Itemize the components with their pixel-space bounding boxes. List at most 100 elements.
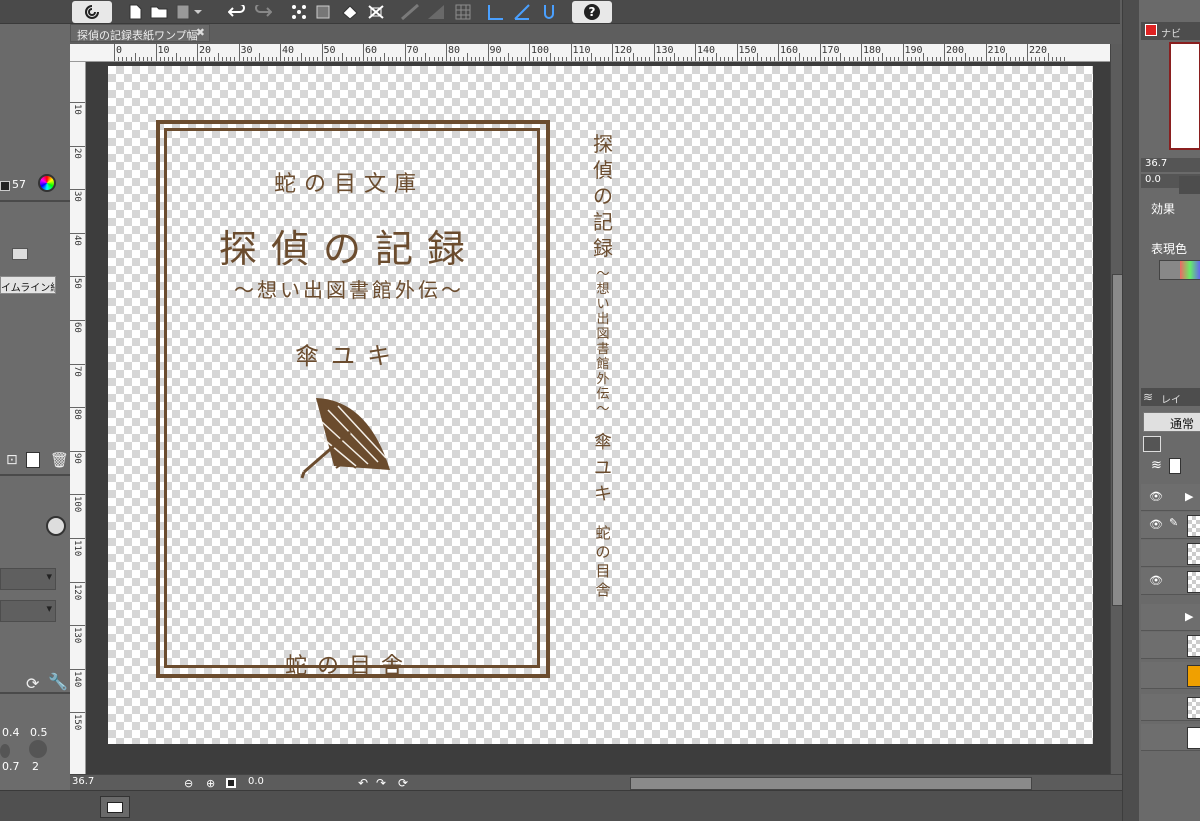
new-layer-icon[interactable] bbox=[1169, 458, 1181, 474]
property-dropdown-2[interactable] bbox=[0, 600, 56, 622]
ruler-minor-tick bbox=[226, 57, 228, 61]
eye-icon[interactable]: 👁 bbox=[1149, 518, 1163, 531]
ruler-label: 70 bbox=[72, 365, 82, 377]
reset-rotation-icon[interactable]: ⟳ bbox=[398, 776, 408, 790]
color-swatch[interactable] bbox=[0, 181, 10, 191]
ruler-minor-tick bbox=[719, 57, 721, 61]
save-icon[interactable] bbox=[174, 1, 204, 23]
layer-row[interactable]: ▶ bbox=[1141, 604, 1200, 631]
help-button[interactable]: ? bbox=[572, 1, 612, 23]
new-page-icon[interactable] bbox=[26, 452, 40, 468]
ruler-minor-tick bbox=[1006, 53, 1008, 61]
layer-row[interactable] bbox=[1141, 662, 1200, 689]
ruler-minor-tick bbox=[1060, 57, 1062, 61]
ruler-label: 90 bbox=[72, 452, 82, 464]
ruler-minor-tick bbox=[1010, 57, 1012, 61]
vertical-scrollbar[interactable] bbox=[1110, 44, 1123, 774]
ruler-minor-tick bbox=[549, 53, 551, 61]
fit-view-icon[interactable] bbox=[226, 778, 236, 788]
navigator-tab[interactable]: ナビ bbox=[1141, 22, 1200, 40]
reset-icon[interactable]: ⟳ bbox=[26, 674, 39, 693]
layer-color-button[interactable] bbox=[1143, 436, 1161, 452]
horizontal-scroll-thumb[interactable] bbox=[630, 777, 1032, 790]
eye-icon[interactable]: 👁 bbox=[1149, 490, 1163, 503]
timeline-tab[interactable]: イムライン組 bbox=[0, 276, 56, 294]
blend-mode-dropdown[interactable]: 通常 bbox=[1143, 412, 1200, 432]
redo-icon[interactable] bbox=[252, 1, 274, 23]
ruler-icon[interactable] bbox=[398, 1, 422, 23]
rotate-left-icon[interactable]: ↶ bbox=[358, 776, 368, 790]
search-icon[interactable] bbox=[46, 516, 66, 536]
ruler-tick bbox=[1027, 44, 1028, 61]
ruler-minor-tick bbox=[562, 57, 564, 61]
layer-row[interactable]: 👁 ▶ bbox=[1141, 484, 1200, 511]
spine-char: 録 bbox=[593, 236, 613, 260]
layer-row[interactable]: 👁 bbox=[1141, 568, 1200, 595]
layer-thumbnail bbox=[1187, 635, 1200, 657]
property-dropdown-1[interactable] bbox=[0, 568, 56, 590]
expression-color-swatch[interactable] bbox=[1159, 260, 1200, 280]
brush-size-label: 2 bbox=[32, 760, 39, 773]
ruler-label: 100 bbox=[72, 496, 82, 513]
close-tab-icon[interactable]: ✖ bbox=[196, 26, 205, 39]
layer-property-tab[interactable] bbox=[1179, 176, 1200, 194]
spine-char: い bbox=[596, 297, 610, 312]
brush-size-dot[interactable] bbox=[0, 744, 10, 758]
grid-icon[interactable] bbox=[452, 1, 474, 23]
ruler-minor-tick bbox=[470, 57, 472, 61]
status-rotation[interactable]: 0.0 bbox=[248, 776, 264, 787]
mesh-icon[interactable] bbox=[364, 1, 388, 23]
layer-row[interactable] bbox=[1141, 540, 1200, 567]
document-tab[interactable]: 探偵の記録表紙ワンプ幅 ✖ bbox=[70, 24, 210, 42]
eye-icon[interactable]: 👁 bbox=[1149, 574, 1163, 587]
canvas-area[interactable]: 蛇の目文庫 探偵の記録 〜想い出図書館外伝〜 傘ユキ 蛇の目舎 探偵の記録 〜想… bbox=[86, 62, 1110, 774]
layer-row[interactable] bbox=[1141, 632, 1200, 659]
panel-dock-strip bbox=[1123, 0, 1139, 821]
zoom-out-icon[interactable]: ⊖ bbox=[184, 777, 193, 790]
layer-stack-small-icon[interactable]: ≋ bbox=[1151, 458, 1162, 473]
ruler-minor-tick bbox=[300, 53, 302, 61]
ruler-label: 110 bbox=[572, 45, 591, 56]
select-icon[interactable] bbox=[312, 1, 334, 23]
trash-icon[interactable]: 🗑 bbox=[50, 451, 69, 469]
ruler-minor-tick bbox=[400, 57, 402, 61]
lock-layer-icon[interactable]: ⊡ bbox=[6, 452, 18, 468]
ruler-label: 80 bbox=[72, 409, 82, 421]
perspective-icon[interactable] bbox=[424, 1, 448, 23]
folder-expand-icon[interactable]: ▶ bbox=[1185, 610, 1193, 623]
layer-row[interactable] bbox=[1141, 694, 1200, 721]
ruler-minor-tick bbox=[130, 57, 132, 61]
layer-tab[interactable]: ≋ レイ bbox=[1141, 388, 1200, 406]
ruler-minor-tick bbox=[956, 57, 958, 61]
canvas[interactable]: 蛇の目文庫 探偵の記録 〜想い出図書館外伝〜 傘ユキ 蛇の目舎 探偵の記録 〜想… bbox=[108, 66, 1093, 744]
layer-row[interactable]: 👁 ✎ bbox=[1141, 512, 1200, 539]
transform-icon[interactable] bbox=[288, 1, 310, 23]
navigator-zoom[interactable]: 36.7 bbox=[1141, 158, 1200, 172]
ruler-minor-tick bbox=[259, 53, 261, 61]
navigator-preview[interactable] bbox=[1169, 42, 1200, 150]
page-thumbnail-icon[interactable] bbox=[100, 796, 130, 818]
new-file-icon[interactable] bbox=[126, 1, 144, 23]
open-file-icon[interactable] bbox=[148, 1, 170, 23]
zoom-in-icon[interactable]: ⊕ bbox=[206, 777, 215, 790]
snap-special-ruler-icon[interactable] bbox=[510, 1, 534, 23]
color-wheel-icon[interactable] bbox=[38, 174, 56, 192]
spine-char: 書 bbox=[596, 342, 610, 357]
ruler-minor-tick bbox=[342, 53, 344, 61]
brush-size-dot[interactable] bbox=[29, 740, 47, 758]
rotate-right-icon[interactable]: ↷ bbox=[376, 776, 386, 790]
ruler-label: 110 bbox=[72, 540, 82, 557]
snap-ruler-icon[interactable] bbox=[484, 1, 508, 23]
fill-icon[interactable] bbox=[338, 1, 362, 23]
wrench-icon[interactable]: 🔧 bbox=[48, 672, 68, 691]
app-logo-icon[interactable] bbox=[72, 1, 112, 23]
timeline-icon[interactable] bbox=[12, 248, 28, 260]
layer-stack-icon: ≋ bbox=[1143, 390, 1154, 404]
ruler-minor-tick bbox=[508, 53, 510, 61]
undo-icon[interactable] bbox=[226, 1, 248, 23]
horizontal-scrollbar[interactable]: 36.7 ⊖ ⊕ 0.0 ↶ ↷ ⟳ bbox=[70, 774, 1122, 790]
snap-grid-icon[interactable] bbox=[538, 1, 560, 23]
folder-expand-icon[interactable]: ▶ bbox=[1185, 490, 1193, 503]
layer-row[interactable] bbox=[1141, 724, 1200, 751]
status-zoom[interactable]: 36.7 bbox=[72, 776, 94, 787]
